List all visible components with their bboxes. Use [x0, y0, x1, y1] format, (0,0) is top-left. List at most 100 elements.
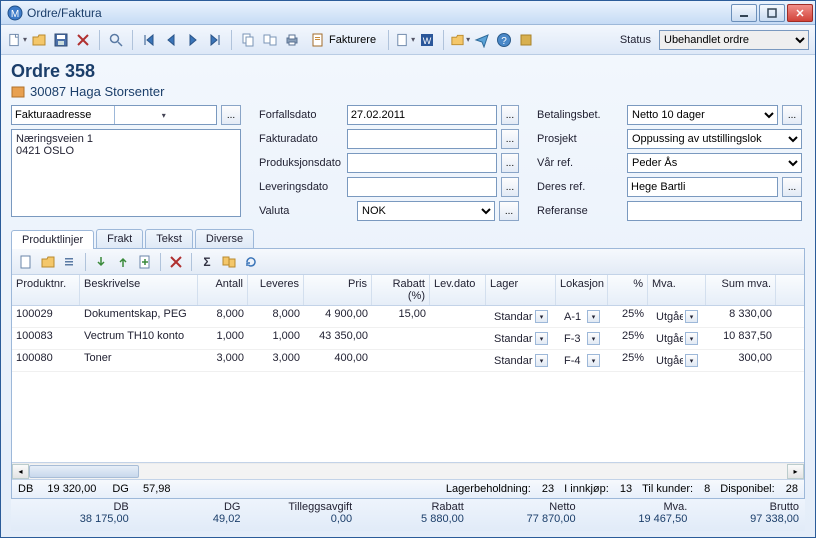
disp-val: 28	[786, 483, 798, 495]
fakturadato-lookup[interactable]: ...	[501, 129, 519, 149]
save-icon[interactable]	[51, 30, 71, 50]
grid-refresh-icon[interactable]	[241, 252, 261, 272]
scroll-thumb[interactable]	[29, 465, 139, 478]
grid-down-icon[interactable]	[91, 252, 111, 272]
delete-icon[interactable]	[73, 30, 93, 50]
chevron-down-icon[interactable]: ▾	[587, 332, 600, 345]
bet-lookup[interactable]: ...	[782, 105, 802, 125]
grid-hscroll[interactable]: ◂ ▸	[12, 462, 804, 479]
col-levdato[interactable]: Lev.dato	[430, 275, 486, 305]
prod-input[interactable]	[347, 153, 497, 173]
lev-lookup[interactable]: ...	[501, 177, 519, 197]
col-leveres[interactable]: Leveres	[248, 275, 304, 305]
next-icon[interactable]	[183, 30, 203, 50]
dg-label: DG	[112, 483, 129, 495]
valuta-select[interactable]: NOK	[357, 201, 495, 221]
status-select[interactable]: Ubehandlet ordre	[659, 30, 809, 50]
address-line1: Næringsveien 1	[16, 133, 236, 145]
address-type-select[interactable]: Fakturaadresse▾	[11, 105, 217, 125]
prosjekt-select[interactable]: Oppussing av utstillingslok	[627, 129, 802, 149]
chevron-down-icon[interactable]: ▾	[587, 354, 600, 367]
svg-text:?: ?	[501, 36, 507, 47]
chevron-down-icon[interactable]: ▾	[685, 310, 698, 323]
col-pct[interactable]: %	[608, 275, 648, 305]
grid-open-icon[interactable]	[38, 252, 58, 272]
tot-netto-label: Netto	[464, 501, 576, 513]
col-rabatt[interactable]: Rabatt (%)	[372, 275, 430, 305]
grid-copy-icon[interactable]	[219, 252, 239, 272]
varref-select[interactable]: Peder Ås	[627, 153, 802, 173]
forfall-lookup[interactable]: ...	[501, 105, 519, 125]
app-window: M Ordre/Faktura ▾ Fakturere ▾ W ▾ ? S	[0, 0, 816, 538]
word-icon[interactable]: W	[417, 30, 437, 50]
search-icon[interactable]	[106, 30, 126, 50]
settings-icon[interactable]	[516, 30, 536, 50]
help-icon[interactable]: ?	[494, 30, 514, 50]
deresref-input[interactable]	[627, 177, 778, 197]
grid-edit-icon[interactable]	[60, 252, 80, 272]
chevron-down-icon[interactable]: ▾	[587, 310, 600, 323]
address-line2: 0421 OSLO	[16, 145, 236, 157]
chevron-down-icon[interactable]: ▾	[535, 332, 548, 345]
fakturadato-input[interactable]	[347, 129, 497, 149]
tab-produktlinjer[interactable]: Produktlinjer	[11, 230, 94, 249]
col-mva[interactable]: Mva.	[648, 275, 706, 305]
close-button[interactable]	[787, 4, 813, 22]
disp-label: Disponibel:	[720, 483, 774, 495]
tot-db-label: DB	[17, 501, 129, 513]
tabs: Produktlinjer Frakt Tekst Diverse	[11, 229, 805, 248]
grid-new-icon[interactable]	[16, 252, 36, 272]
first-icon[interactable]	[139, 30, 159, 50]
grid-delete-icon[interactable]	[166, 252, 186, 272]
duplicate-icon[interactable]	[260, 30, 280, 50]
col-lokasjon[interactable]: Lokasjon	[556, 275, 608, 305]
new-icon[interactable]: ▾	[7, 30, 27, 50]
chevron-down-icon[interactable]: ▾	[685, 332, 698, 345]
copy-icon[interactable]	[238, 30, 258, 50]
col-summva[interactable]: Sum mva.	[706, 275, 776, 305]
open-icon[interactable]	[29, 30, 49, 50]
window-title: Ordre/Faktura	[27, 6, 731, 20]
ref-input[interactable]	[627, 201, 802, 221]
chevron-down-icon[interactable]: ▾	[535, 354, 548, 367]
col-beskrivelse[interactable]: Beskrivelse	[80, 275, 198, 305]
valuta-lookup[interactable]: ...	[499, 201, 519, 221]
col-produktnr[interactable]: Produktnr.	[12, 275, 80, 305]
last-icon[interactable]	[205, 30, 225, 50]
tab-diverse[interactable]: Diverse	[195, 229, 254, 248]
col-lager[interactable]: Lager	[486, 275, 556, 305]
table-row[interactable]: 100080Toner3,0003,000400,00Standard▾F-4▾…	[12, 350, 804, 372]
scroll-left-icon[interactable]: ◂	[12, 464, 29, 479]
col-pris[interactable]: Pris	[304, 275, 372, 305]
print-icon[interactable]	[282, 30, 302, 50]
send-icon[interactable]	[472, 30, 492, 50]
grid-insert-icon[interactable]	[135, 252, 155, 272]
grid-up-icon[interactable]	[113, 252, 133, 272]
deresref-lookup[interactable]: ...	[782, 177, 802, 197]
svg-text:Σ: Σ	[203, 255, 210, 269]
grid-sum-icon[interactable]: Σ	[197, 252, 217, 272]
grid-statusline: DB 19 320,00 DG 57,98 Lagerbeholdning: 2…	[12, 479, 804, 498]
prod-lookup[interactable]: ...	[501, 153, 519, 173]
bet-select[interactable]: Netto 10 dager	[627, 105, 778, 125]
fakturadato-label: Fakturadato	[259, 133, 343, 145]
forfall-input[interactable]	[347, 105, 497, 125]
maximize-button[interactable]	[759, 4, 785, 22]
lev-input[interactable]	[347, 177, 497, 197]
table-row[interactable]: 100083Vectrum TH10 konto1,0001,00043 350…	[12, 328, 804, 350]
fakturere-button[interactable]: Fakturere	[304, 30, 382, 50]
tab-tekst[interactable]: Tekst	[145, 229, 193, 248]
scroll-right-icon[interactable]: ▸	[787, 464, 804, 479]
address-box[interactable]: Næringsveien 1 0421 OSLO	[11, 129, 241, 217]
address-lookup-button[interactable]: ...	[221, 105, 241, 125]
minimize-button[interactable]	[731, 4, 757, 22]
chevron-down-icon[interactable]: ▾	[535, 310, 548, 323]
chevron-down-icon[interactable]: ▾	[685, 354, 698, 367]
folder2-icon[interactable]: ▾	[450, 30, 470, 50]
prev-icon[interactable]	[161, 30, 181, 50]
grid-body[interactable]: 100029Dokumentskap, PEG8,0008,0004 900,0…	[12, 306, 804, 462]
doc-icon[interactable]: ▾	[395, 30, 415, 50]
col-antall[interactable]: Antall	[198, 275, 248, 305]
table-row[interactable]: 100029Dokumentskap, PEG8,0008,0004 900,0…	[12, 306, 804, 328]
tab-frakt[interactable]: Frakt	[96, 229, 143, 248]
